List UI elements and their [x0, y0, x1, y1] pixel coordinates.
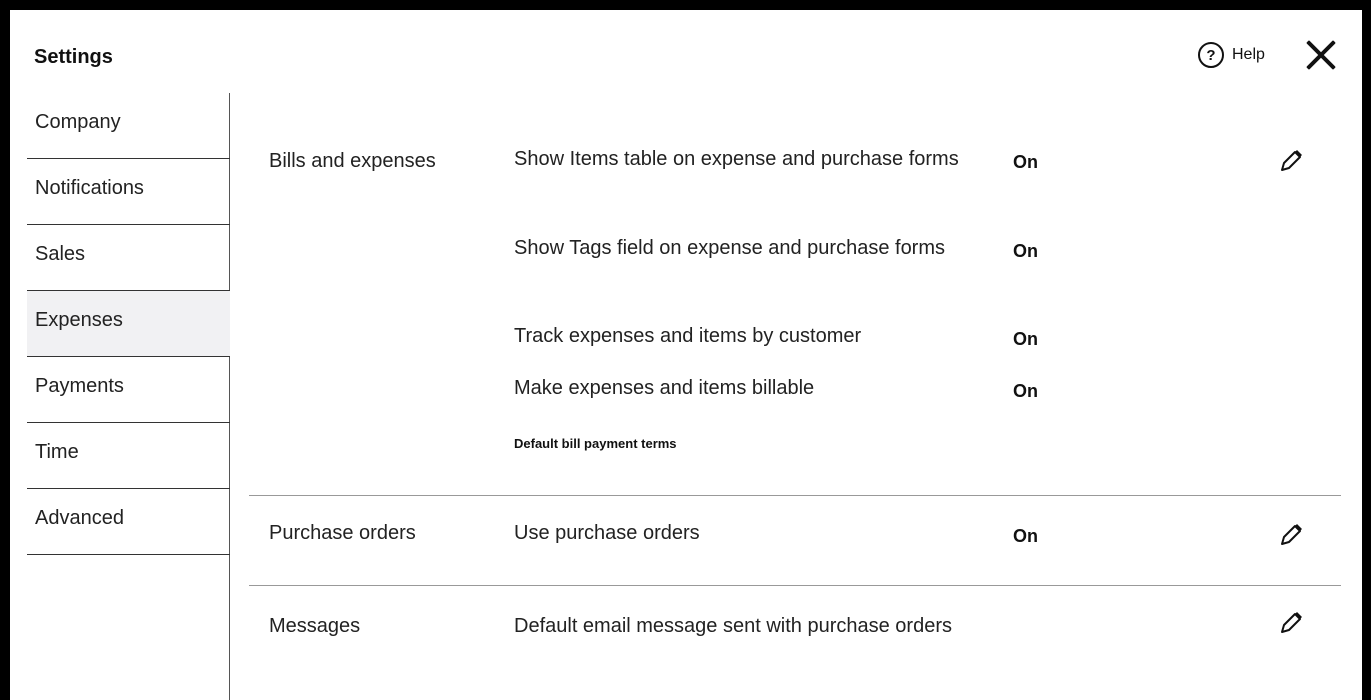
- sidebar-item-sales[interactable]: Sales: [27, 225, 230, 291]
- setting-track-by-customer: Track expenses and items by customer: [514, 325, 862, 347]
- setting-show-tags-field: Show Tags field on expense and purchase …: [514, 237, 946, 259]
- setting-value-tags-field: On: [1013, 241, 1038, 261]
- pencil-icon[interactable]: [1278, 610, 1304, 636]
- page-title: Settings: [34, 46, 113, 68]
- section-divider: [249, 495, 1341, 496]
- help-label: Help: [1232, 46, 1265, 63]
- setting-value-make-billable: On: [1013, 381, 1038, 401]
- setting-value-purchase-orders: On: [1013, 526, 1038, 546]
- section-label-messages: Messages: [269, 615, 361, 637]
- pencil-icon[interactable]: [1278, 148, 1304, 174]
- section-label-purchase-orders: Purchase orders: [269, 522, 416, 544]
- sidebar-item-time[interactable]: Time: [27, 423, 230, 489]
- help-circle-icon: ?: [1198, 42, 1224, 68]
- setting-default-email-message: Default email message sent with purchase…: [514, 615, 952, 637]
- setting-value-items-table: On: [1013, 152, 1038, 172]
- settings-content: Bills and expenses Show Items table on e…: [230, 98, 1362, 700]
- sidebar-item-payments[interactable]: Payments: [27, 357, 230, 423]
- sidebar-item-company[interactable]: Company: [27, 93, 230, 159]
- section-divider: [249, 585, 1341, 586]
- setting-use-purchase-orders: Use purchase orders: [514, 522, 700, 544]
- setting-value-track-by-customer: On: [1013, 329, 1038, 349]
- settings-panel: Settings ? Help Company Notifications Sa…: [10, 10, 1362, 700]
- setting-default-bill-payment-terms: Default bill payment terms: [514, 436, 677, 451]
- sidebar-item-notifications[interactable]: Notifications: [27, 159, 230, 225]
- setting-make-billable: Make expenses and items billable: [514, 377, 815, 399]
- setting-show-items-table: Show Items table on expense and purchase…: [514, 148, 959, 170]
- close-icon[interactable]: [1304, 38, 1338, 72]
- pencil-icon[interactable]: [1278, 522, 1304, 548]
- section-label-bills-and-expenses: Bills and expenses: [269, 150, 436, 172]
- settings-sidebar: Company Notifications Sales Expenses Pay…: [10, 93, 230, 700]
- sidebar-item-expenses[interactable]: Expenses: [27, 291, 230, 357]
- sidebar-item-advanced[interactable]: Advanced: [27, 489, 230, 555]
- settings-header: Settings ? Help: [10, 10, 1362, 98]
- help-button[interactable]: ? Help: [1198, 40, 1265, 70]
